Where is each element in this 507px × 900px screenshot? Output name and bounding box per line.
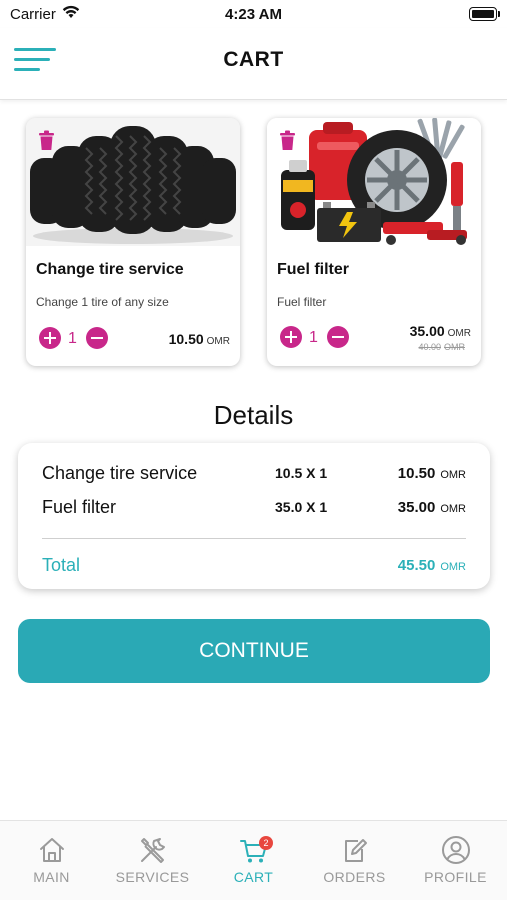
tab-label: SERVICES (115, 869, 190, 885)
total-amount: 45.50 OMR (398, 557, 466, 574)
total-currency: OMR (440, 561, 466, 573)
decrease-quantity-button[interactable] (327, 326, 349, 348)
item-price-value: 10.50 (168, 331, 204, 347)
trash-icon[interactable] (38, 130, 55, 151)
tab-label: ORDERS (323, 869, 386, 885)
item-price-value: 35.00 (409, 323, 445, 339)
order-details-card: Change tire service 10.5 X 1 10.50 OMR Fu… (18, 443, 490, 589)
increase-quantity-button[interactable] (39, 327, 61, 349)
tab-label: CART (233, 869, 274, 885)
edit-icon (345, 839, 367, 862)
status-bar: Carrier 4:23 AM (0, 0, 507, 28)
bottom-tab-bar: MAIN SERVICES 2 CART ORDERS PROFILE (0, 820, 507, 900)
item-name: Fuel filter (277, 261, 350, 278)
item-name: Change tire service (36, 261, 184, 278)
tires-image (26, 118, 240, 246)
cart-item-card: Change tire service Change 1 tire of any… (26, 118, 240, 366)
item-price: 10.50 OMR (169, 331, 230, 347)
page-title: CART (223, 48, 284, 71)
details-item-currency: OMR (440, 469, 466, 481)
item-description: Fuel filter (277, 295, 327, 309)
tab-label: MAIN (33, 869, 70, 885)
continue-button[interactable]: CONTINUE (18, 619, 490, 683)
details-row: Fuel filter 35.0 X 1 35.00 OMR (18, 497, 490, 519)
tab-main[interactable]: MAIN (1, 821, 102, 900)
tab-services[interactable]: SERVICES (102, 821, 203, 900)
cart-badge: 2 (259, 836, 273, 850)
tab-label: PROFILE (424, 869, 487, 885)
item-old-price-currency: OMR (444, 342, 465, 352)
tab-cart[interactable]: 2 CART (203, 821, 304, 900)
tab-profile[interactable]: PROFILE (405, 821, 506, 900)
details-row: Change tire service 10.5 X 1 10.50 OMR (18, 463, 490, 485)
details-item-name: Change tire service (42, 463, 198, 483)
cart-item-card: Fuel filter Fuel filter 1 35.00 OMR 40.00… (267, 118, 481, 366)
item-price: 35.00 OMR (410, 323, 471, 339)
item-price-currency: OMR (447, 328, 471, 339)
increase-quantity-button[interactable] (280, 326, 302, 348)
item-price-currency: OMR (206, 336, 230, 347)
tab-orders[interactable]: ORDERS (304, 821, 405, 900)
item-old-price: 40.00 OMR (418, 342, 465, 352)
details-item-amount-value: 35.00 (397, 499, 436, 516)
details-divider (42, 538, 466, 539)
car-parts-image (267, 118, 481, 246)
tools-icon (141, 838, 165, 863)
details-item-currency: OMR (440, 503, 466, 515)
item-quantity: 1 (309, 329, 318, 346)
details-item-amount-value: 10.50 (397, 465, 436, 482)
total-amount-value: 45.50 (397, 557, 436, 574)
battery-icon (469, 7, 500, 21)
user-icon (442, 836, 470, 864)
item-quantity: 1 (68, 330, 77, 347)
details-item-qty: 10.5 X 1 (275, 465, 328, 481)
details-heading: Details (213, 400, 294, 430)
item-description: Change 1 tire of any size (36, 295, 169, 309)
details-item-amount: 35.00 OMR (398, 499, 466, 516)
total-label: Total (42, 555, 81, 575)
decrease-quantity-button[interactable] (86, 327, 108, 349)
details-item-qty: 35.0 X 1 (275, 499, 328, 515)
details-item-name: Fuel filter (42, 497, 117, 517)
home-icon (40, 838, 64, 862)
details-item-amount: 10.50 OMR (398, 465, 466, 482)
clock-time: 4:23 AM (225, 6, 282, 23)
trash-icon[interactable] (279, 130, 296, 151)
item-old-price-value: 40.00 (418, 342, 441, 352)
app-header: CART (0, 28, 507, 100)
